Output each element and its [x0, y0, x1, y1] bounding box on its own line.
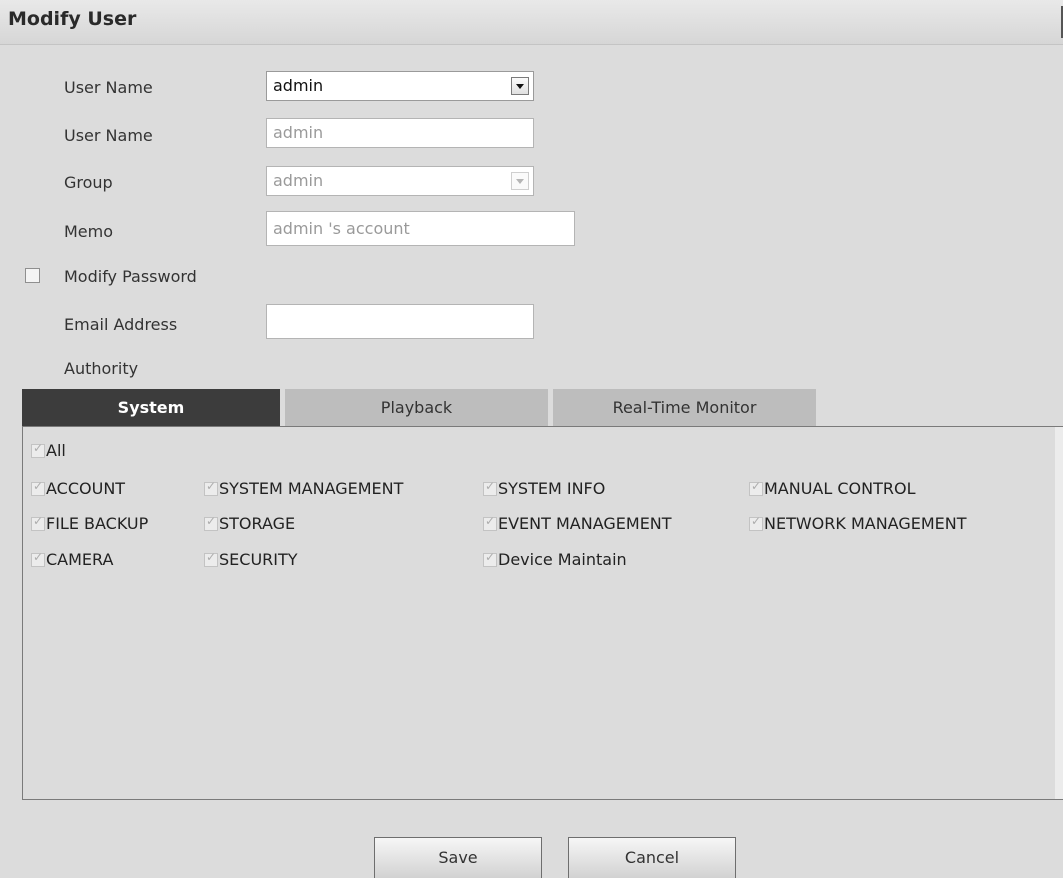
- user-name-value: admin: [273, 123, 324, 142]
- permission-event-management[interactable]: EVENT MANAGEMENT: [483, 514, 672, 533]
- permission-all[interactable]: All: [31, 441, 66, 460]
- permission-label: SYSTEM MANAGEMENT: [219, 479, 404, 498]
- check-icon[interactable]: [31, 550, 45, 567]
- email-input[interactable]: [266, 304, 534, 339]
- tab-system-label: System: [117, 398, 185, 417]
- group-label: Group: [64, 173, 113, 192]
- cancel-button[interactable]: Cancel: [568, 837, 736, 878]
- permission-label: MANUAL CONTROL: [764, 479, 916, 498]
- email-label: Email Address: [64, 315, 178, 334]
- check-icon[interactable]: [483, 514, 497, 531]
- modify-password-label: Modify Password: [64, 267, 197, 286]
- check-icon[interactable]: [31, 441, 45, 458]
- modify-password-checkbox[interactable]: [25, 268, 40, 283]
- check-icon[interactable]: [483, 550, 497, 567]
- check-icon[interactable]: [31, 514, 45, 531]
- dialog-title: Modify User: [8, 8, 137, 30]
- permission-storage[interactable]: STORAGE: [204, 514, 295, 533]
- memo-label: Memo: [64, 222, 114, 241]
- check-icon[interactable]: [204, 550, 218, 567]
- permission-label: SECURITY: [219, 550, 298, 569]
- user-select-value: admin: [273, 76, 324, 95]
- permission-network-management[interactable]: NETWORK MANAGEMENT: [749, 514, 967, 533]
- permission-camera[interactable]: CAMERA: [31, 550, 113, 569]
- check-icon[interactable]: [749, 514, 763, 531]
- permissions-panel: All ACCOUNT SYSTEM MANAGEMENT SYSTEM INF…: [22, 426, 1063, 800]
- check-icon[interactable]: [204, 514, 218, 531]
- chevron-down-icon[interactable]: [511, 77, 529, 95]
- tab-playback-label: Playback: [380, 398, 453, 417]
- user-name-input[interactable]: admin: [266, 118, 534, 148]
- permission-manual-control[interactable]: MANUAL CONTROL: [749, 479, 916, 498]
- permission-label: STORAGE: [219, 514, 296, 533]
- tab-playback[interactable]: Playback: [285, 389, 548, 426]
- permission-system-info[interactable]: SYSTEM INFO: [483, 479, 605, 498]
- user-select-dropdown[interactable]: admin: [266, 71, 534, 101]
- permission-system-management[interactable]: SYSTEM MANAGEMENT: [204, 479, 403, 498]
- group-value: admin: [273, 171, 324, 190]
- tab-real-time-monitor[interactable]: Real-Time Monitor: [553, 389, 816, 426]
- authority-label: Authority: [64, 359, 139, 378]
- permission-account[interactable]: ACCOUNT: [31, 479, 125, 498]
- check-icon[interactable]: [31, 479, 45, 496]
- tab-system[interactable]: System: [22, 389, 280, 426]
- permission-label: SYSTEM INFO: [498, 479, 606, 498]
- permission-label: Device Maintain: [498, 550, 627, 569]
- permission-label: CAMERA: [46, 550, 114, 569]
- group-select-dropdown[interactable]: admin: [266, 166, 534, 196]
- save-button-label: Save: [438, 848, 478, 867]
- check-icon[interactable]: [204, 479, 218, 496]
- permission-label: NETWORK MANAGEMENT: [764, 514, 967, 533]
- save-button[interactable]: Save: [374, 837, 542, 878]
- user-name-label: User Name: [64, 126, 153, 145]
- permission-security[interactable]: SECURITY: [204, 550, 298, 569]
- chevron-down-icon[interactable]: [511, 172, 529, 190]
- permission-file-backup[interactable]: FILE BACKUP: [31, 514, 148, 533]
- check-icon[interactable]: [483, 479, 497, 496]
- permission-device-maintain[interactable]: Device Maintain: [483, 550, 627, 569]
- permission-label: EVENT MANAGEMENT: [498, 514, 672, 533]
- tab-real-time-monitor-label: Real-Time Monitor: [612, 398, 757, 417]
- check-icon[interactable]: [749, 479, 763, 496]
- cancel-button-label: Cancel: [624, 848, 680, 867]
- memo-value: admin 's account: [273, 219, 410, 238]
- permission-label: ACCOUNT: [46, 479, 126, 498]
- panel-scrollbar[interactable]: [1055, 427, 1063, 799]
- permission-label: FILE BACKUP: [46, 514, 149, 533]
- permission-all-label: All: [46, 441, 66, 460]
- memo-input[interactable]: admin 's account: [266, 211, 575, 246]
- user-select-label: User Name: [64, 78, 153, 97]
- title-bar: Modify User: [0, 0, 1063, 45]
